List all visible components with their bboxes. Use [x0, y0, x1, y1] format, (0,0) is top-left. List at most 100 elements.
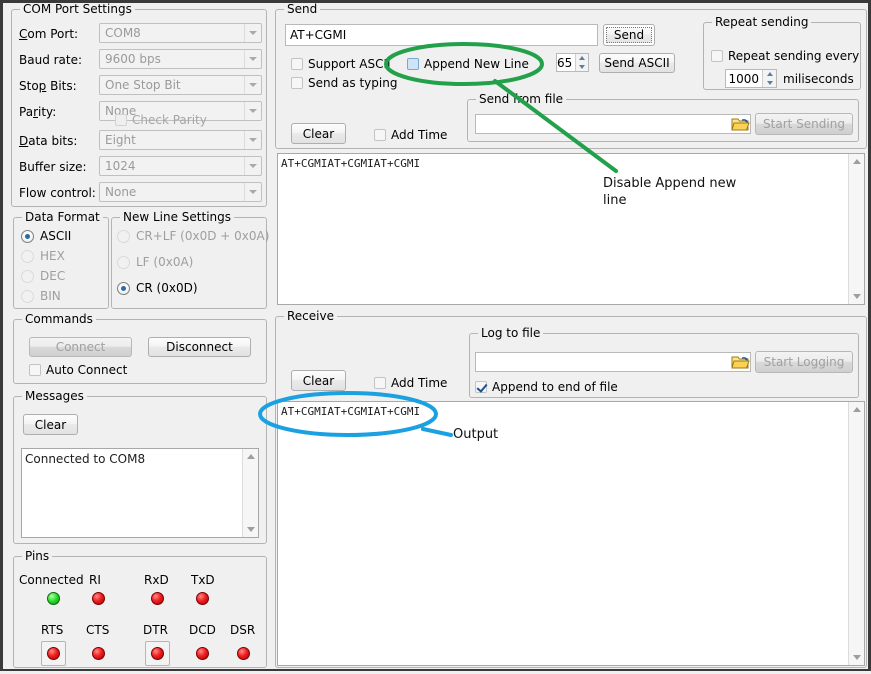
- radio-newline-lf[interactable]: LF (0x0A): [117, 255, 193, 269]
- send-log[interactable]: AT+CGMIAT+CGMIAT+CGMI: [277, 153, 865, 305]
- serial-terminal-window: COM Port Settings Com Port: COM8 Baud ra…: [0, 0, 871, 671]
- chevron-down-icon[interactable]: [244, 157, 261, 175]
- send-from-file-title: Send from file: [476, 93, 566, 105]
- pin-led-dtr: [151, 647, 164, 660]
- com-port-settings-title: COM Port Settings: [20, 3, 135, 15]
- support-ascii-checkbox[interactable]: Support ASCII: [291, 57, 391, 71]
- radio-label: LF (0x0A): [136, 255, 193, 269]
- radio-dot: [21, 270, 34, 283]
- radio-newline-cr[interactable]: CR (0x0D): [117, 281, 198, 295]
- start-logging-label: Start Logging: [764, 355, 845, 369]
- annotation-text-append-new-line: Disable Append new line: [603, 175, 753, 209]
- append-new-line-checkbox[interactable]: Append New Line: [407, 57, 529, 71]
- label-buffer-size: Buffer size:: [19, 160, 87, 174]
- auto-connect-label: Auto Connect: [46, 363, 127, 377]
- start-sending-button[interactable]: Start Sending: [755, 113, 853, 135]
- label-stop-bits: Stop Bits:: [19, 79, 77, 93]
- messages-log-scrollbar[interactable]: [242, 449, 258, 537]
- commands-title: Commands: [22, 313, 96, 325]
- send-ascii-button[interactable]: Send ASCII: [599, 53, 675, 73]
- receive-log[interactable]: AT+CGMIAT+CGMIAT+CGMI: [277, 401, 865, 666]
- send-as-typing-label: Send as typing: [308, 76, 397, 90]
- repeat-interval-spinner[interactable]: 1000: [725, 69, 777, 88]
- scroll-down-icon[interactable]: [849, 289, 864, 304]
- receive-clear-button[interactable]: Clear: [291, 370, 346, 391]
- send-from-file-input[interactable]: [475, 114, 751, 134]
- checkbox-box: [115, 114, 127, 126]
- repeat-sending-label: Repeat sending every: [728, 49, 859, 63]
- connect-button[interactable]: Connect: [29, 337, 132, 357]
- receive-add-time-checkbox[interactable]: Add Time: [374, 376, 447, 390]
- spinner-buttons[interactable]: [575, 54, 588, 71]
- checkbox-box: [291, 58, 303, 70]
- radio-data-format-hex[interactable]: HEX: [21, 249, 65, 263]
- send-clear-button[interactable]: Clear: [291, 123, 346, 144]
- pin-label-connected: Connected: [19, 573, 84, 587]
- stop-bits-combo[interactable]: One Stop Bit: [99, 75, 262, 95]
- data-bits-combo[interactable]: Eight: [99, 130, 262, 150]
- scroll-down-icon[interactable]: [849, 650, 864, 665]
- receive-title: Receive: [284, 310, 337, 322]
- folder-open-icon[interactable]: [731, 116, 750, 133]
- send-button[interactable]: Send: [603, 24, 655, 46]
- disconnect-label: Disconnect: [166, 340, 233, 354]
- log-to-file-input[interactable]: [475, 352, 751, 372]
- annotation-text-output: Output: [453, 426, 498, 443]
- chevron-down-icon[interactable]: [244, 76, 261, 94]
- spinner-down-icon[interactable]: [763, 79, 776, 88]
- scroll-up-icon[interactable]: [243, 449, 258, 464]
- chevron-down-icon[interactable]: [244, 183, 261, 201]
- radio-data-format-ascii[interactable]: ASCII: [21, 229, 71, 243]
- start-logging-button[interactable]: Start Logging: [755, 351, 853, 373]
- pin-led-dsr: [237, 647, 250, 660]
- messages-log-text: Connected to COM8: [25, 452, 240, 466]
- checkbox-box: [374, 377, 386, 389]
- append-to-end-of-file-checkbox[interactable]: Append to end of file: [475, 380, 618, 394]
- ascii-code-spinner[interactable]: 65: [556, 53, 589, 72]
- ascii-code-value: 65: [557, 54, 575, 71]
- send-command-input[interactable]: AT+CGMI: [285, 24, 598, 46]
- receive-log-scrollbar[interactable]: [848, 402, 864, 665]
- checkbox-box: [475, 381, 487, 393]
- messages-log[interactable]: Connected to COM8: [21, 448, 259, 538]
- scroll-up-icon[interactable]: [849, 402, 864, 417]
- send-button-label: Send: [614, 28, 644, 42]
- send-log-scrollbar[interactable]: [848, 154, 864, 304]
- data-format-title: Data Format: [22, 211, 103, 223]
- chevron-down-icon[interactable]: [244, 102, 261, 120]
- radio-newline-crlf[interactable]: CR+LF (0x0D + 0x0A): [117, 229, 269, 243]
- label-flow-control: Flow control:: [19, 186, 96, 200]
- messages-clear-button[interactable]: Clear: [23, 414, 78, 435]
- spinner-down-icon[interactable]: [576, 63, 588, 72]
- chevron-down-icon[interactable]: [244, 131, 261, 149]
- radio-dot: [117, 230, 130, 243]
- chevron-down-icon[interactable]: [244, 24, 261, 42]
- check-parity-checkbox[interactable]: Check Parity: [115, 113, 207, 127]
- spinner-buttons[interactable]: [762, 70, 776, 87]
- chevron-down-icon[interactable]: [244, 50, 261, 68]
- pin-led-cts: [92, 647, 105, 660]
- send-add-time-checkbox[interactable]: Add Time: [374, 128, 447, 142]
- spinner-up-icon[interactable]: [576, 54, 588, 63]
- baud-rate-combo[interactable]: 9600 bps: [99, 49, 262, 69]
- checkbox-box: [711, 50, 723, 62]
- flow-control-combo[interactable]: None: [99, 182, 262, 202]
- radio-data-format-dec[interactable]: DEC: [21, 269, 65, 283]
- spinner-up-icon[interactable]: [763, 70, 776, 79]
- auto-connect-checkbox[interactable]: Auto Connect: [29, 363, 127, 377]
- scroll-up-icon[interactable]: [849, 154, 864, 169]
- scroll-down-icon[interactable]: [243, 522, 258, 537]
- radio-label: DEC: [40, 269, 65, 283]
- new-line-settings-title: New Line Settings: [120, 211, 234, 223]
- send-as-typing-checkbox[interactable]: Send as typing: [291, 76, 397, 90]
- radio-data-format-bin[interactable]: BIN: [21, 289, 61, 303]
- repeat-sending-checkbox[interactable]: Repeat sending every: [711, 49, 859, 63]
- folder-open-icon[interactable]: [731, 354, 750, 371]
- com-port-combo[interactable]: COM8: [99, 23, 262, 43]
- disconnect-button[interactable]: Disconnect: [148, 337, 251, 357]
- pin-led-connected: [47, 592, 60, 605]
- check-parity-label: Check Parity: [132, 113, 207, 127]
- messages-title: Messages: [22, 390, 87, 402]
- send-title: Send: [284, 3, 320, 15]
- buffer-size-combo[interactable]: 1024: [99, 156, 262, 176]
